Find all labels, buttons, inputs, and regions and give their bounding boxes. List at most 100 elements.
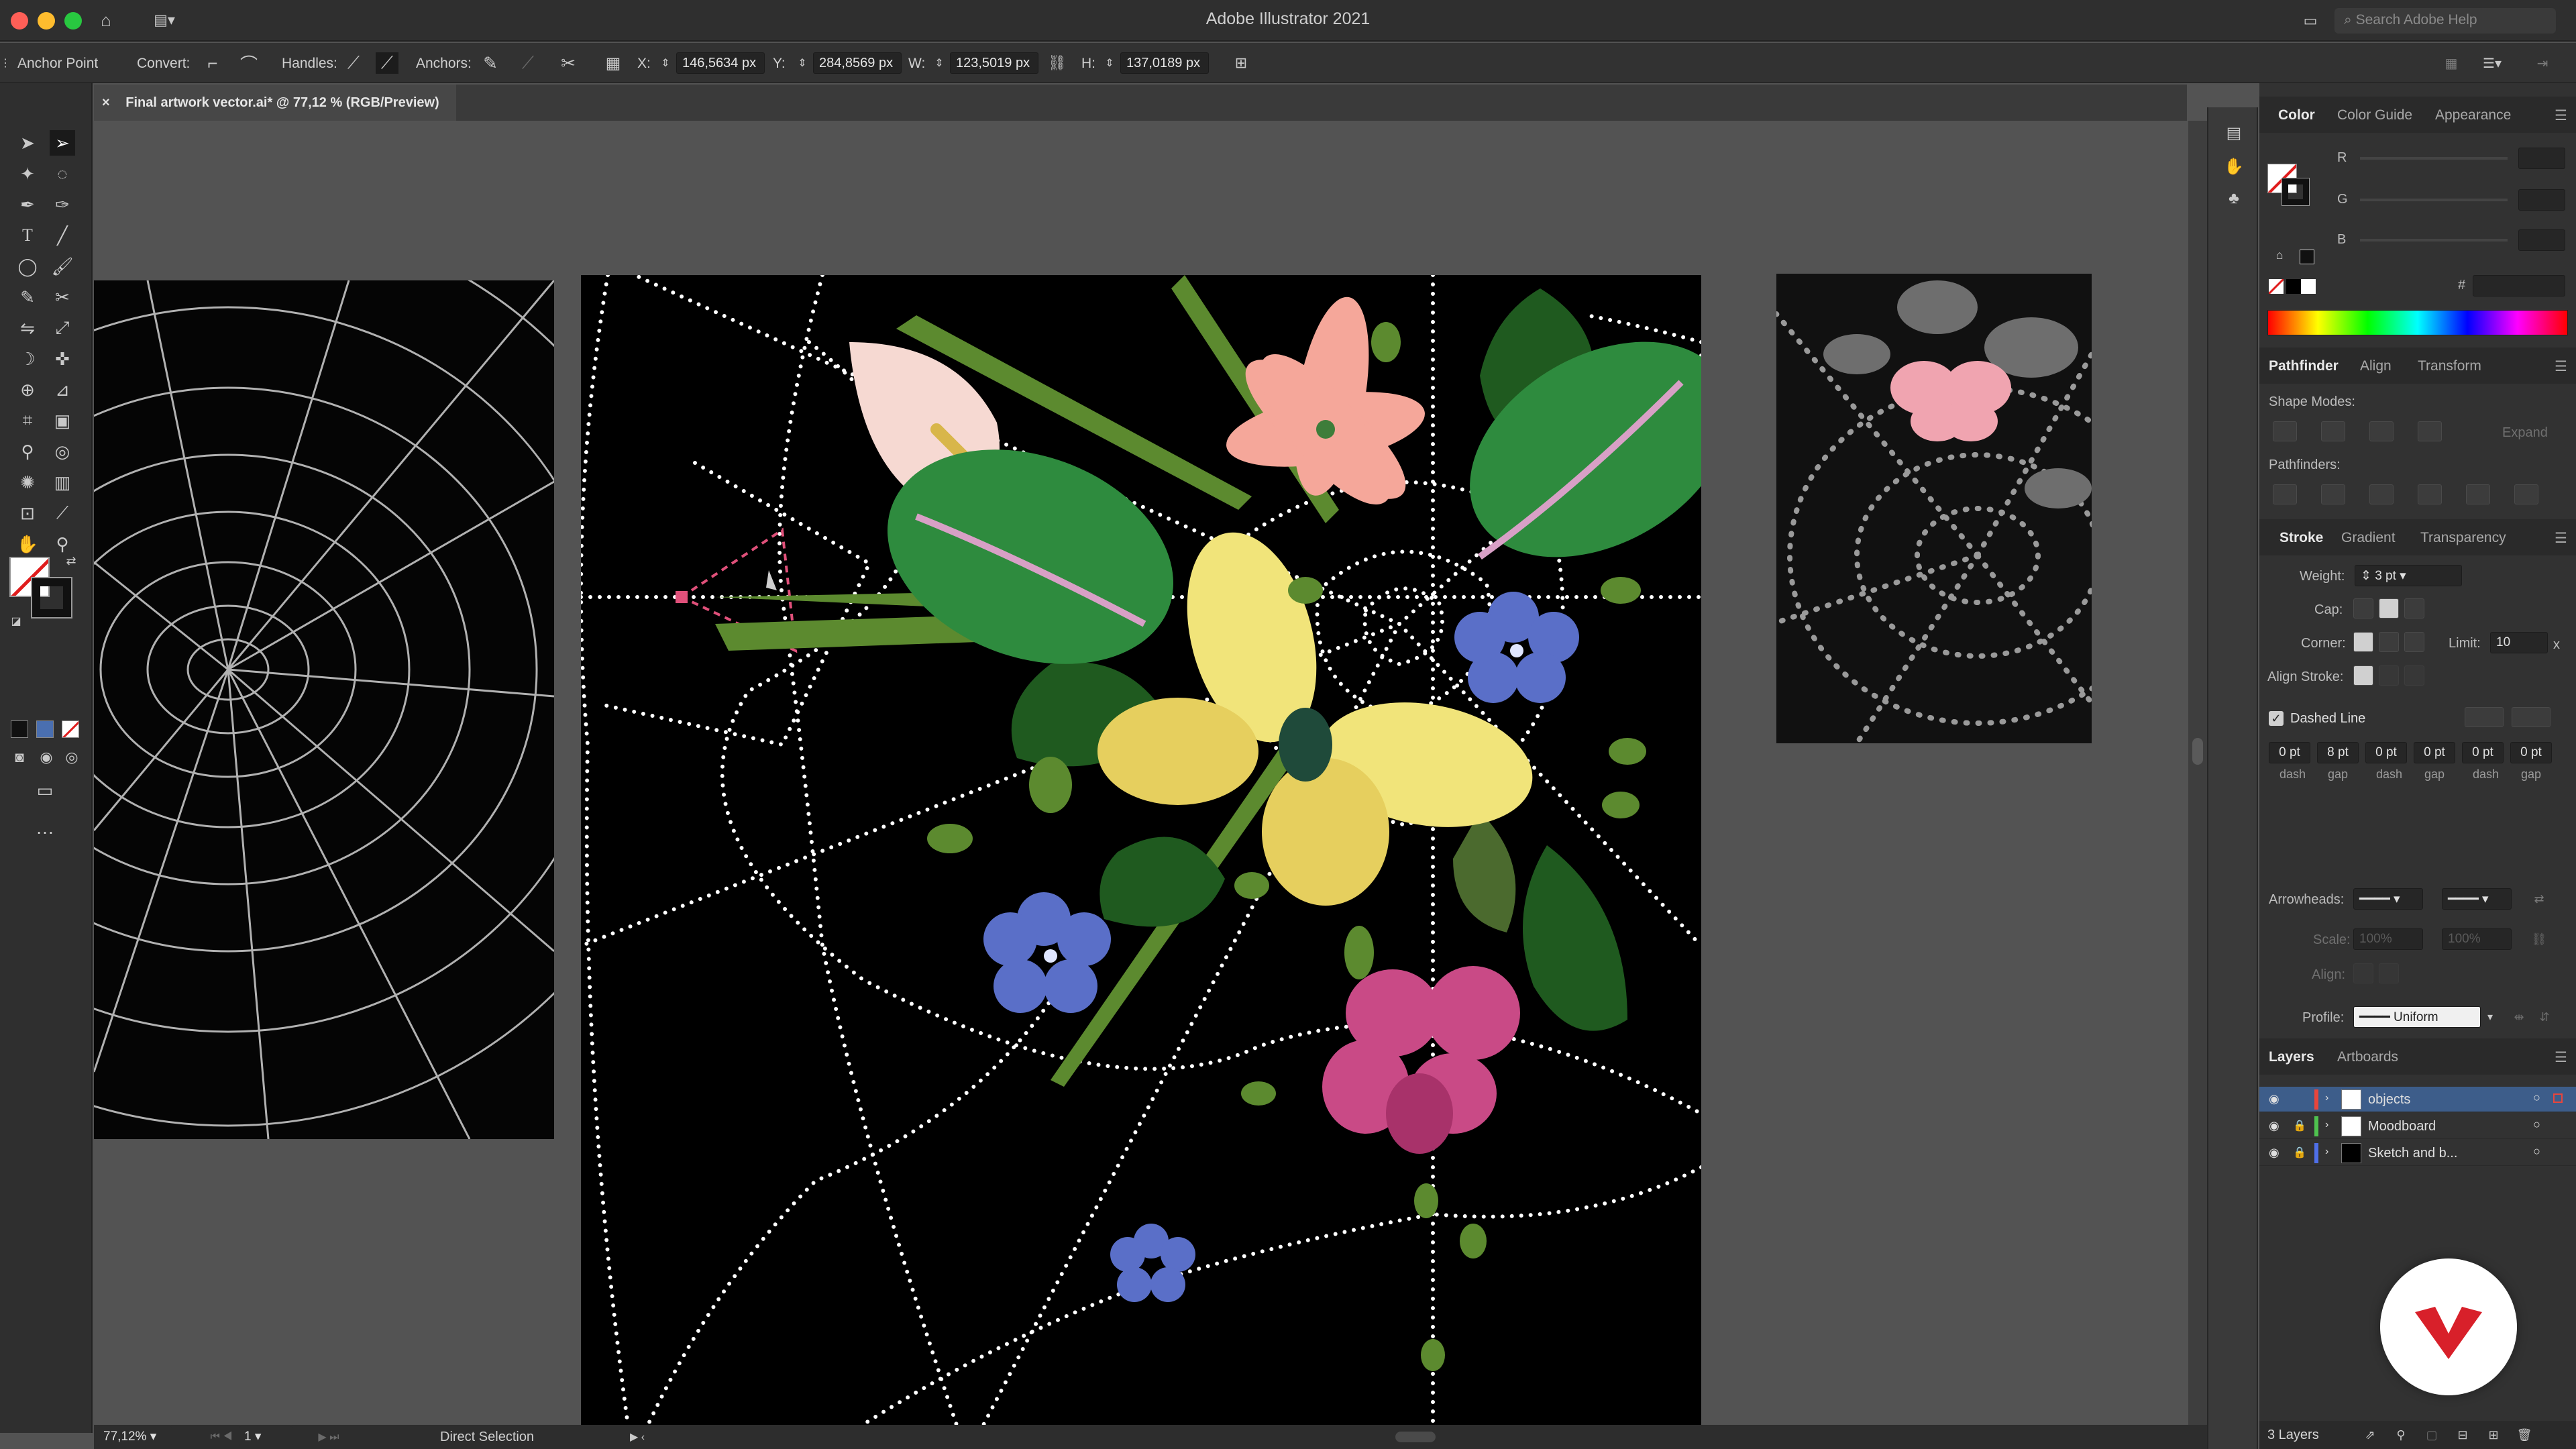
unite-button[interactable]: [2273, 421, 2297, 441]
align-inside-button[interactable]: [2379, 665, 2399, 686]
start-arrowhead-select[interactable]: ━━━━ ▾: [2353, 888, 2423, 910]
status-menu-icon[interactable]: ▶ ‹: [617, 1428, 657, 1446]
hex-field[interactable]: [2473, 275, 2565, 297]
tab-align[interactable]: Align: [2360, 358, 2392, 374]
g-slider[interactable]: [2360, 199, 2508, 201]
crop-button[interactable]: [2418, 484, 2442, 504]
clipping-mask-icon[interactable]: ▢: [2422, 1425, 2442, 1445]
brushes-panel-icon[interactable]: ✋: [2222, 154, 2246, 178]
dash-field[interactable]: 0 pt: [2462, 742, 2504, 763]
projecting-cap-button[interactable]: [2404, 598, 2424, 619]
close-tab-icon[interactable]: ×: [102, 95, 110, 110]
gradient-tool-icon[interactable]: ▣: [50, 408, 75, 433]
artboard-tool-icon[interactable]: ⊡: [15, 500, 40, 526]
slice-tool-icon[interactable]: ⟋: [50, 500, 75, 526]
blend-tool-icon[interactable]: ◎: [50, 439, 75, 464]
lasso-tool-icon[interactable]: ◌: [50, 161, 75, 186]
curvature-tool-icon[interactable]: ✑: [50, 192, 75, 217]
search-help-input[interactable]: ⌕ Search Adobe Help: [2334, 8, 2556, 34]
direct-selection-tool-icon[interactable]: ➢: [50, 130, 75, 156]
gap-field[interactable]: 8 pt: [2317, 742, 2359, 763]
draw-behind-icon[interactable]: ◉: [36, 747, 56, 767]
artboard-artwork[interactable]: [581, 275, 1701, 1425]
h-stepper-icon[interactable]: ⇕: [1103, 54, 1116, 72]
flip-axis-icon[interactable]: ⇹: [2508, 1006, 2530, 1028]
tab-pathfinder[interactable]: Pathfinder: [2269, 358, 2339, 374]
align-dash-corners-button[interactable]: [2512, 707, 2551, 727]
next-last-artboard-icon[interactable]: ▶ ⏭: [295, 1428, 362, 1446]
locate-object-icon[interactable]: ⚲: [2391, 1425, 2411, 1445]
end-arrowhead-select[interactable]: ━━━━ ▾: [2442, 888, 2512, 910]
zoom-field[interactable]: 77,12% ▾: [98, 1426, 172, 1446]
document-tab[interactable]: × Final artwork vector.ai* @ 77,12 % (RG…: [94, 85, 456, 121]
black-quick-swatch[interactable]: [2286, 279, 2301, 294]
layer-row[interactable]: ◉ › objects ○: [2259, 1087, 2576, 1112]
start-scale-field[interactable]: 100%: [2353, 928, 2423, 950]
dash-field[interactable]: 0 pt: [2269, 742, 2310, 763]
draw-normal-icon[interactable]: ◙: [9, 747, 30, 767]
scissors-tool-icon[interactable]: ✂: [50, 284, 75, 310]
minus-front-button[interactable]: [2321, 421, 2345, 441]
visibility-eye-icon[interactable]: ◉: [2269, 1119, 2279, 1133]
round-join-button[interactable]: [2379, 632, 2399, 652]
tab-color-guide[interactable]: Color Guide: [2337, 107, 2412, 123]
arrow-extend-button[interactable]: [2353, 963, 2373, 983]
lock-icon[interactable]: 🔒: [2293, 1146, 2306, 1159]
tab-appearance[interactable]: Appearance: [2435, 107, 2511, 123]
line-tool-icon[interactable]: ╱: [50, 223, 75, 248]
magic-wand-tool-icon[interactable]: ✦: [15, 161, 40, 186]
eyedropper-tool-icon[interactable]: ⚲: [15, 439, 40, 464]
tab-transform[interactable]: Transform: [2418, 358, 2481, 374]
panel-menu-icon[interactable]: ☰: [2555, 530, 2567, 547]
dashed-line-checkbox[interactable]: ✓: [2269, 711, 2284, 726]
type-tool-icon[interactable]: T: [15, 223, 40, 248]
swap-arrowheads-icon[interactable]: ⇄: [2528, 888, 2551, 910]
butt-cap-button[interactable]: [2353, 598, 2373, 619]
selection-tool-icon[interactable]: ➤: [15, 130, 40, 156]
convert-smooth-icon[interactable]: ⌒: [237, 52, 260, 74]
layer-row[interactable]: ◉ 🔒 › Sketch and b... ○: [2259, 1140, 2576, 1166]
scroll-thumb[interactable]: [2192, 738, 2203, 765]
layer-name[interactable]: Sketch and b...: [2368, 1146, 2457, 1161]
tab-color[interactable]: Color: [2278, 107, 2315, 123]
puppet-warp-tool-icon[interactable]: ✜: [50, 346, 75, 372]
b-slider[interactable]: [2360, 239, 2508, 241]
black-swatch[interactable]: [2300, 250, 2314, 264]
gap-field[interactable]: 0 pt: [2414, 742, 2455, 763]
warp-tool-icon[interactable]: ☽: [15, 346, 40, 372]
miter-join-button[interactable]: [2353, 632, 2373, 652]
stroke-swatch[interactable]: [31, 577, 72, 619]
link-scale-icon[interactable]: ⛓: [2528, 928, 2551, 950]
lock-icon[interactable]: 🔒: [2293, 1119, 2306, 1132]
new-sublayer-icon[interactable]: ⊟: [2453, 1425, 2473, 1445]
moodboard-image[interactable]: [1776, 274, 2092, 743]
pen-tool-icon[interactable]: ✒: [15, 192, 40, 217]
outline-button[interactable]: [2466, 484, 2490, 504]
visibility-eye-icon[interactable]: ◉: [2269, 1092, 2279, 1106]
screen-mode-icon[interactable]: ▭: [30, 777, 60, 804]
perspective-grid-tool-icon[interactable]: ⊿: [50, 377, 75, 402]
properties-panel-icon[interactable]: ▤: [2222, 121, 2246, 145]
x-field[interactable]: 146,5634 px: [676, 52, 765, 74]
constrain-proportions-icon[interactable]: ⛓: [1044, 52, 1071, 74]
gradient-mode-icon[interactable]: [36, 720, 54, 738]
spiderweb-photo-image[interactable]: [94, 280, 554, 1139]
transform-icon[interactable]: ⊞: [1228, 52, 1254, 74]
expand-layer-icon[interactable]: ›: [2325, 1092, 2328, 1104]
expand-button[interactable]: Expand: [2502, 425, 2548, 441]
end-scale-field[interactable]: 100%: [2442, 928, 2512, 950]
out-of-gamut-icon[interactable]: ⌂: [2271, 247, 2288, 263]
expand-layer-icon[interactable]: ›: [2325, 1146, 2328, 1158]
color-spectrum-slider[interactable]: [2267, 310, 2568, 335]
anchor-point-handle[interactable]: [676, 591, 688, 603]
limit-field[interactable]: 10: [2490, 632, 2548, 653]
flip-along-icon[interactable]: ⇵: [2533, 1006, 2556, 1028]
draw-inside-icon[interactable]: ◎: [62, 747, 82, 767]
tab-layers[interactable]: Layers: [2269, 1049, 2314, 1065]
dash-field[interactable]: 0 pt: [2365, 742, 2407, 763]
menu-options-icon[interactable]: ☰▾: [2475, 52, 2509, 74]
divide-button[interactable]: [2273, 484, 2297, 504]
r-field[interactable]: [2518, 148, 2565, 169]
target-icon[interactable]: ○: [2533, 1091, 2540, 1105]
horizontal-scroll-thumb[interactable]: [1395, 1432, 1436, 1442]
